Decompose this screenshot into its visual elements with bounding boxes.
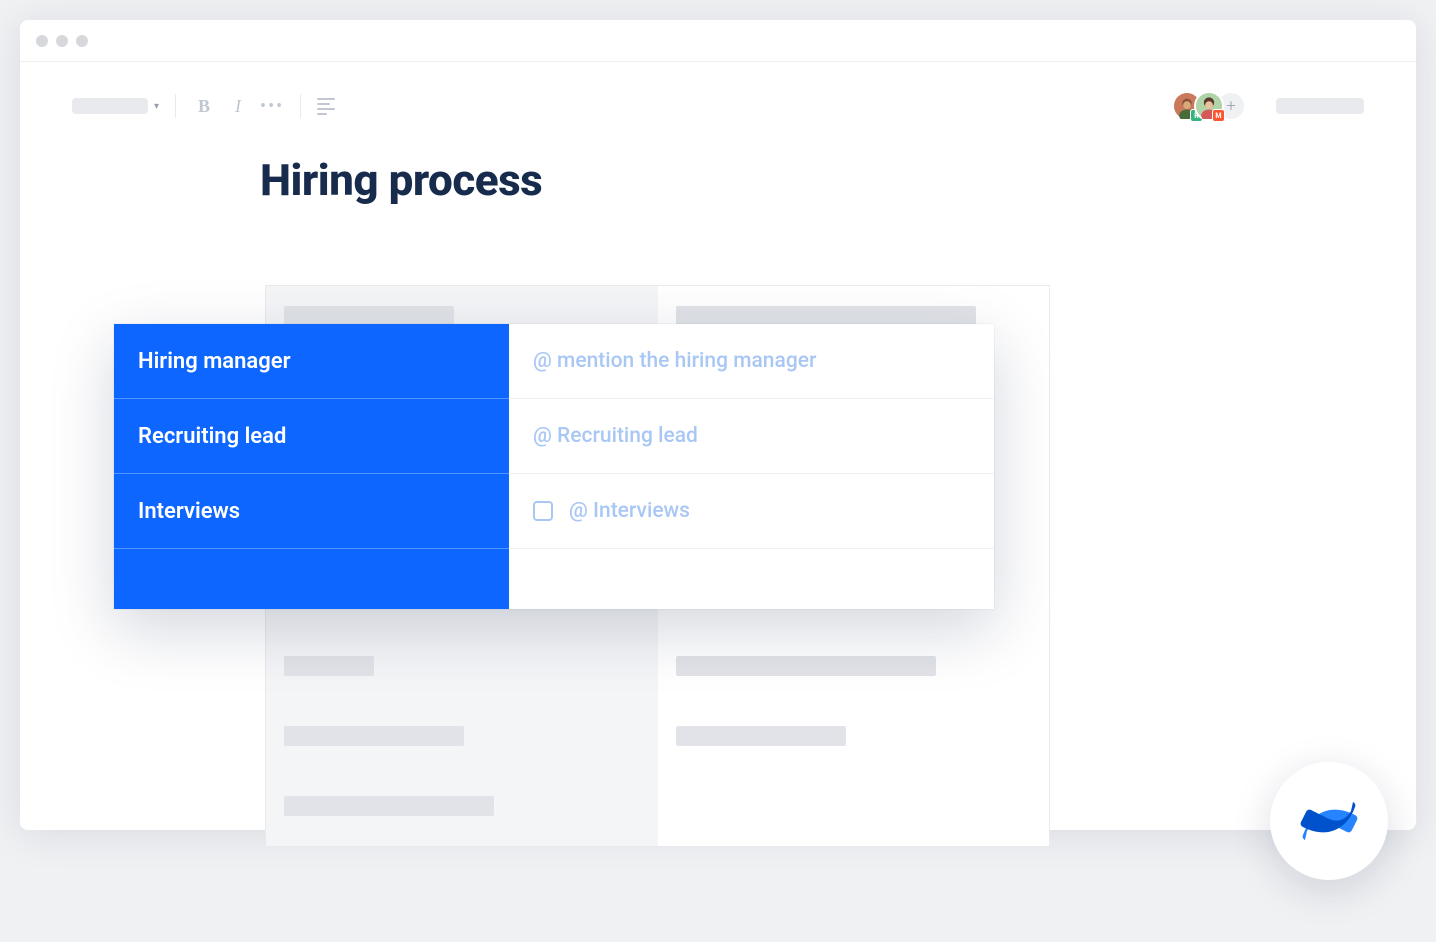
window-minimize-icon[interactable] (56, 35, 68, 47)
template-snippet-card: Hiring manager Recruiting lead Interview… (114, 324, 994, 609)
avatar-badge: M (1212, 109, 1225, 122)
align-left-button[interactable] (317, 98, 335, 115)
mention-placeholder: @ mention the hiring manager (533, 349, 816, 373)
snippet-labels-column: Hiring manager Recruiting lead Interview… (114, 324, 509, 609)
confluence-icon (1297, 789, 1361, 853)
page-title: Hiring process (260, 154, 1416, 206)
mention-placeholder: @ Recruiting lead (533, 424, 698, 448)
bold-button[interactable]: B (192, 96, 216, 117)
italic-button[interactable]: I (226, 96, 250, 117)
presence-avatars: R M + (1180, 91, 1246, 121)
mention-field[interactable]: @ Interviews (509, 474, 994, 549)
mention-field[interactable]: @ Recruiting lead (509, 399, 994, 474)
confluence-logo-badge (1270, 762, 1388, 880)
snippet-row-label: Hiring manager (114, 324, 509, 399)
more-formatting-button[interactable]: ••• (260, 96, 284, 117)
toolbar-divider (300, 94, 301, 118)
editor-toolbar: ▾ B I ••• R M + (20, 86, 1416, 126)
window-maximize-icon[interactable] (76, 35, 88, 47)
mention-placeholder: @ Interviews (569, 499, 690, 523)
checkbox-icon[interactable] (533, 501, 553, 521)
snippet-row-label: Recruiting lead (114, 399, 509, 474)
toolbar-divider (175, 94, 176, 118)
browser-titlebar (20, 20, 1416, 62)
avatar[interactable]: M (1194, 91, 1224, 121)
browser-window: ▾ B I ••• R M + Hir (20, 20, 1416, 830)
style-dropdown[interactable] (72, 98, 148, 114)
mention-field[interactable]: @ mention the hiring manager (509, 324, 994, 399)
snippet-row-label: Interviews (114, 474, 509, 549)
snippet-values-column: @ mention the hiring manager @ Recruitin… (509, 324, 994, 609)
chevron-down-icon: ▾ (154, 101, 159, 112)
editor-viewport: ▾ B I ••• R M + Hir (20, 62, 1416, 830)
window-close-icon[interactable] (36, 35, 48, 47)
publish-button[interactable] (1276, 98, 1364, 114)
